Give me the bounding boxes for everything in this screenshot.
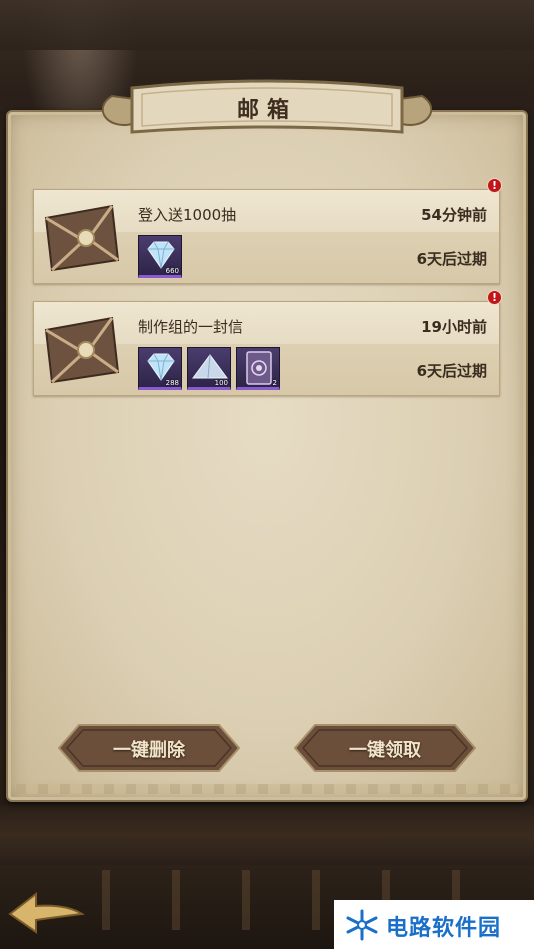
mail-time: 54分钟前: [421, 206, 487, 224]
mail-item[interactable]: 登入送1000抽 54分钟前 660 6天后过期: [33, 189, 500, 284]
mail-item[interactable]: 制作组的一封信 19小时前 288 100 2 6天后过期: [33, 301, 500, 396]
mail-expire: 6天后过期: [416, 250, 487, 268]
background-top-bar: [0, 0, 534, 50]
delete-all-label: 一键删除: [113, 740, 185, 761]
envelope-icon: [44, 204, 120, 272]
mail-expire: 6天后过期: [416, 362, 487, 380]
attachment-slot[interactable]: 288: [138, 347, 182, 390]
attachment-slot[interactable]: 100: [187, 347, 231, 390]
mail-title: 登入送1000抽: [138, 206, 237, 224]
delete-all-button[interactable]: 一键删除: [57, 723, 241, 773]
attachment-count: 100: [214, 379, 228, 387]
dialog-title: 邮箱: [236, 98, 297, 123]
watermark-text: 电路软件园: [386, 916, 502, 941]
mail-title: 制作组的一封信: [138, 318, 244, 336]
claim-all-label: 一键领取: [349, 740, 421, 761]
watermark: 电路软件园: [334, 900, 534, 949]
watermark-logo-icon: [346, 909, 378, 941]
attachment-slot[interactable]: 660: [138, 235, 182, 278]
background-strip: [0, 805, 534, 865]
claim-all-button[interactable]: 一键领取: [293, 723, 477, 773]
attachment-list: 660: [138, 235, 182, 278]
unread-alert-icon: !: [487, 290, 502, 305]
title-banner: 邮箱: [102, 78, 432, 142]
attachment-count: 2: [272, 379, 277, 387]
attachment-slot[interactable]: 2: [236, 347, 280, 390]
attachment-list: 288 100 2: [138, 347, 280, 390]
mail-time: 19小时前: [421, 318, 487, 336]
attachment-count: 288: [165, 379, 179, 387]
unread-alert-icon: !: [487, 178, 502, 193]
attachment-count: 660: [165, 267, 179, 275]
back-arrow-icon[interactable]: [6, 888, 86, 934]
envelope-icon: [44, 316, 120, 384]
